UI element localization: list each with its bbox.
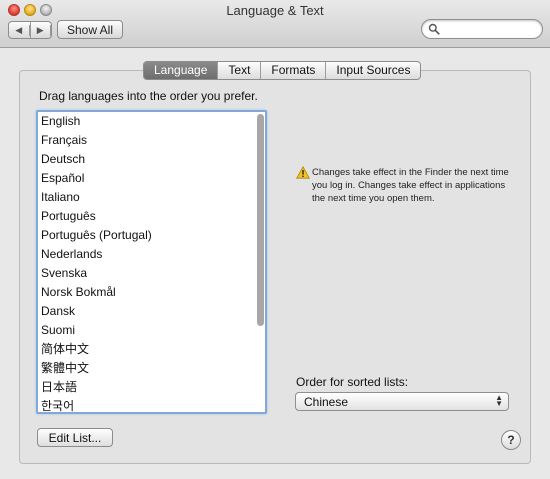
drag-instruction: Drag languages into the order you prefer… (39, 89, 258, 103)
language-text-window: Language & Text ◀ ▶ Show All Language Te… (0, 0, 550, 479)
list-item[interactable]: Svenska (38, 264, 265, 283)
popup-arrows-icon: ▲ ▼ (495, 393, 503, 408)
list-item[interactable]: Français (38, 131, 265, 150)
back-forward-control: ◀ ▶ (8, 21, 52, 39)
forward-arrow-icon: ▶ (31, 24, 51, 36)
back-button[interactable]: ◀ (9, 22, 31, 38)
edit-list-button[interactable]: Edit List... (37, 428, 113, 447)
list-scrollbar[interactable] (257, 114, 264, 326)
language-list[interactable]: English Français Deutsch Español Italian… (36, 110, 267, 414)
warning-icon (296, 166, 310, 179)
list-item[interactable]: Deutsch (38, 150, 265, 169)
list-item[interactable]: Italiano (38, 188, 265, 207)
search-icon (428, 23, 440, 35)
list-item[interactable]: English (38, 112, 265, 131)
list-item[interactable]: Português (38, 207, 265, 226)
list-item[interactable]: 繁體中文 (38, 359, 265, 378)
sorted-lists-value: Chinese (304, 395, 349, 409)
list-item[interactable]: Português (Portugal) (38, 226, 265, 245)
back-arrow-icon: ◀ (9, 24, 30, 36)
tab-language[interactable]: Language (144, 62, 218, 79)
list-item[interactable]: 日本語 (38, 378, 265, 397)
tab-input-sources[interactable]: Input Sources (325, 62, 420, 79)
list-item[interactable]: Español (38, 169, 265, 188)
help-button[interactable]: ? (501, 430, 521, 450)
tab-formats[interactable]: Formats (260, 62, 325, 79)
search-input[interactable] (442, 22, 538, 36)
window-title: Language & Text (226, 3, 324, 18)
list-item[interactable]: Suomi (38, 321, 265, 340)
warning-text: Changes take effect in the Finder the ne… (312, 167, 509, 204)
sorted-lists-label: Order for sorted lists: (296, 375, 409, 389)
search-field[interactable] (421, 19, 543, 39)
tab-bar: Language Text Formats Input Sources (143, 61, 422, 80)
list-item[interactable]: Norsk Bokmål (38, 283, 265, 302)
list-item[interactable]: 한국어 (38, 397, 265, 412)
title-toolbar: Language & Text ◀ ▶ Show All (0, 0, 550, 48)
list-item[interactable]: Nederlands (38, 245, 265, 264)
list-item[interactable]: Dansk (38, 302, 265, 321)
list-item[interactable]: 简体中文 (38, 340, 265, 359)
tab-text[interactable]: Text (217, 62, 260, 79)
forward-button[interactable]: ▶ (31, 22, 51, 38)
sorted-lists-popup[interactable]: Chinese ▲ ▼ (295, 392, 509, 411)
show-all-button[interactable]: Show All (57, 20, 123, 39)
